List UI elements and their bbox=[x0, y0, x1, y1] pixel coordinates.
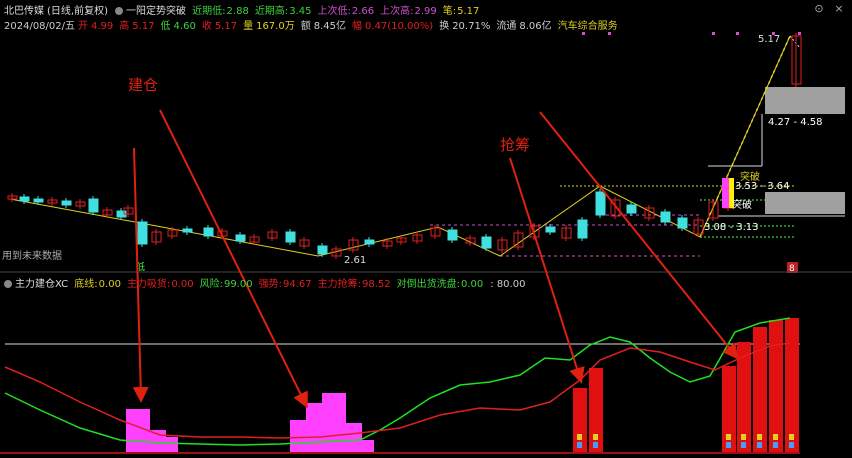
resistance-box-lower bbox=[765, 192, 845, 214]
top-dot bbox=[608, 32, 611, 35]
candle-body bbox=[545, 226, 556, 233]
indicator-item-label: 对倒出货洗盘: bbox=[396, 279, 460, 290]
candle-body bbox=[626, 204, 637, 214]
indicator-item-value: 0.00 bbox=[98, 279, 121, 290]
indicator-item: 主力抢筹:98.52 bbox=[318, 279, 394, 290]
box-upper-label: 4.27 - 4.58 bbox=[768, 117, 823, 128]
grab-bar-marker bbox=[741, 442, 746, 448]
candle-body bbox=[137, 221, 148, 245]
indicator-item-value: 99.00 bbox=[223, 279, 253, 290]
grab-bar-marker bbox=[757, 442, 762, 448]
grab-bar bbox=[589, 368, 603, 453]
indicator-item: 主力吸货:0.00 bbox=[127, 279, 197, 290]
accumulation-bar bbox=[290, 420, 306, 453]
grab-bar bbox=[785, 318, 799, 453]
breakout-label2: 突破 bbox=[732, 198, 752, 211]
top-dot bbox=[798, 32, 801, 35]
indicator-item-label: 底线: bbox=[74, 279, 98, 290]
breakout-label: 突破 bbox=[740, 170, 760, 183]
grab-bar-marker bbox=[789, 442, 794, 448]
indicator-item: 风险:99.00 bbox=[200, 279, 256, 290]
indicator-item: 强势:94.67 bbox=[259, 279, 315, 290]
candle-body bbox=[182, 228, 193, 233]
indicator-item-value: : 80.00 bbox=[490, 279, 526, 290]
candle-body bbox=[61, 200, 72, 206]
candle-body bbox=[577, 219, 588, 239]
low-price-label: 2.61 bbox=[344, 255, 366, 266]
box-lower-label: 3.08 - 3.13 bbox=[704, 222, 759, 233]
grab-bar-marker bbox=[593, 434, 598, 440]
candle-body bbox=[33, 198, 44, 203]
candles-group bbox=[7, 33, 802, 259]
breakout-bar-magenta bbox=[722, 178, 729, 208]
future-data-label: 用到未来数据 bbox=[2, 249, 62, 262]
accumulation-bar bbox=[362, 440, 374, 453]
grab-bar-marker bbox=[757, 434, 762, 440]
arrow-grab-1 bbox=[509, 157, 585, 384]
indicator-item-label: 风险: bbox=[199, 279, 223, 290]
accumulation-bar bbox=[126, 409, 150, 453]
indicator-item-label: 强势: bbox=[258, 279, 282, 290]
grab-bar-marker bbox=[773, 434, 778, 440]
grab-bar-marker bbox=[577, 434, 582, 440]
candle-body bbox=[88, 198, 99, 213]
arrow-grab-2 bbox=[539, 111, 739, 360]
candle-body bbox=[595, 191, 606, 216]
indicator-title: 主力建仓XC bbox=[15, 279, 69, 290]
indicator-item-value: 0.00 bbox=[171, 279, 194, 290]
grab-bar-marker bbox=[741, 434, 746, 440]
candle-body bbox=[235, 234, 246, 242]
candle-body bbox=[203, 227, 214, 237]
indicator-item: 底线:0.00 bbox=[74, 279, 124, 290]
grab-bar-marker bbox=[593, 442, 598, 448]
candle-body bbox=[447, 229, 458, 241]
indicator-item-value: 0.00 bbox=[461, 279, 484, 290]
grab-bar-marker bbox=[773, 442, 778, 448]
candle-body bbox=[677, 217, 688, 229]
candle-body bbox=[285, 231, 296, 243]
indicator-item-value: 98.52 bbox=[361, 279, 391, 290]
build-annotation: 建仓 bbox=[128, 76, 158, 94]
indicator-settings-icon[interactable] bbox=[4, 280, 12, 288]
accumulation-bar bbox=[322, 393, 346, 453]
resistance-box-upper bbox=[765, 87, 845, 114]
grab-bar-marker bbox=[726, 442, 731, 448]
grab-bar-marker bbox=[789, 434, 794, 440]
arrow-build-2 bbox=[159, 109, 308, 409]
accumulation-bar bbox=[346, 423, 362, 453]
indicator-item: : 80.00 bbox=[489, 279, 528, 290]
accumulation-bar bbox=[306, 403, 322, 453]
candle-body bbox=[364, 239, 375, 245]
indicator-item-value: 94.67 bbox=[282, 279, 312, 290]
high-price-label: 5.17 bbox=[758, 34, 780, 45]
grab-annotation: 抢筹 bbox=[500, 136, 530, 154]
indicator-header: 主力建仓XC 底线:0.00 主力吸货:0.00 风险:99.00 强势:94.67 主… bbox=[4, 275, 534, 290]
top-dot bbox=[712, 32, 715, 35]
indicator-item: 对倒出货洗盘:0.00 bbox=[397, 279, 487, 290]
grab-bar bbox=[769, 320, 783, 453]
top-dot bbox=[736, 32, 739, 35]
top-dot bbox=[582, 32, 585, 35]
strength-line bbox=[4, 342, 791, 439]
grab-bar-marker bbox=[577, 442, 582, 448]
candle-body bbox=[481, 236, 492, 249]
indicator-item-label: 主力吸货: bbox=[126, 279, 171, 290]
candle-body bbox=[660, 211, 671, 223]
indicator-item-label: 主力抢筹: bbox=[317, 279, 361, 290]
candle-body bbox=[19, 196, 30, 202]
indicator-items: 底线:0.00 主力吸货:0.00 风险:99.00 强势:94.67 主力抢筹:98.… bbox=[74, 279, 531, 290]
candlestick-chart[interactable]: 建仓 抢筹 用到未来数据 2.61 5.17 4.27 - 4.58 3.53 … bbox=[0, 0, 852, 458]
risk-line bbox=[4, 317, 791, 446]
candle-body bbox=[317, 245, 328, 255]
grab-bar-marker bbox=[726, 434, 731, 440]
accumulation-bar bbox=[166, 437, 178, 453]
zigzag-line bbox=[9, 35, 791, 257]
